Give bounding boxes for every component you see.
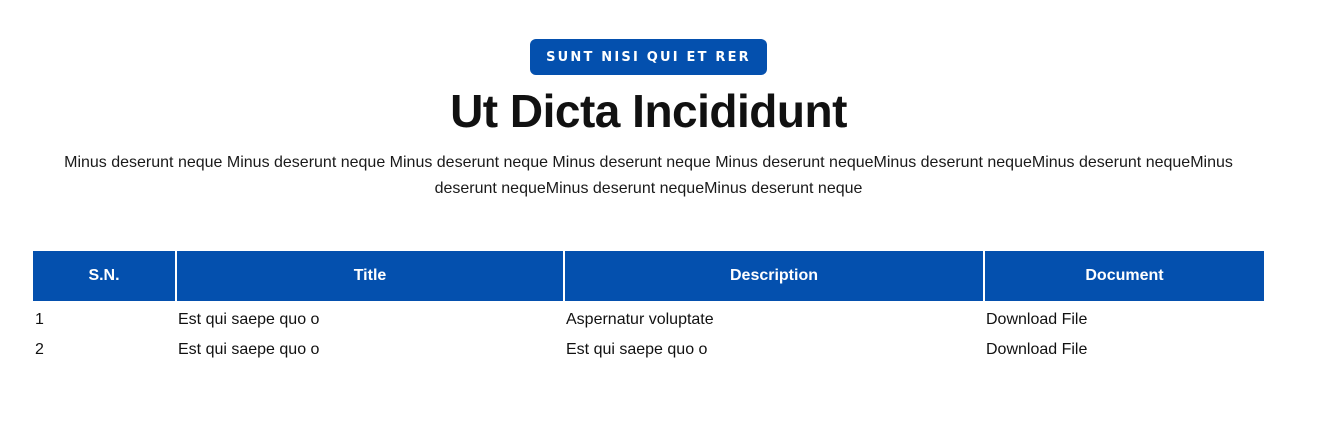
cell-description: Aspernatur voluptate bbox=[566, 311, 714, 328]
download-file-link[interactable]: Download File bbox=[986, 311, 1087, 328]
table-header-row: S.N. Title Description Document bbox=[33, 251, 1264, 301]
table-row: 1 Est qui saepe quo o Aspernatur volupta… bbox=[33, 301, 1264, 335]
table-body: 1 Est qui saepe quo o Aspernatur volupta… bbox=[33, 301, 1264, 365]
page-description: Minus deserunt neque Minus deserunt nequ… bbox=[64, 154, 1233, 197]
column-header-description: Description bbox=[564, 251, 985, 301]
cell-description: Est qui saepe quo o bbox=[566, 341, 708, 358]
column-header-title: Title bbox=[176, 251, 565, 301]
table-row: 2 Est qui saepe quo o Est qui saepe quo … bbox=[33, 335, 1264, 365]
section-badge: SUNT NISI QUI ET RER bbox=[530, 39, 767, 75]
cell-sn: 2 bbox=[35, 341, 44, 358]
download-file-link[interactable]: Download File bbox=[986, 341, 1087, 358]
cell-document: Download File bbox=[984, 335, 1264, 365]
cell-sn: 1 bbox=[35, 311, 44, 328]
column-header-document: Document bbox=[984, 251, 1264, 301]
table-header: S.N. Title Description Document bbox=[33, 251, 1264, 301]
page-title: Ut Dicta Incididunt bbox=[450, 85, 847, 137]
cell-document: Download File bbox=[984, 301, 1264, 335]
column-header-sn: S.N. bbox=[33, 251, 177, 301]
cell-title: Est qui saepe quo o bbox=[178, 311, 320, 328]
documents-table: S.N. Title Description Document 1 Est qu… bbox=[33, 251, 1264, 365]
cell-title: Est qui saepe quo o bbox=[178, 341, 320, 358]
